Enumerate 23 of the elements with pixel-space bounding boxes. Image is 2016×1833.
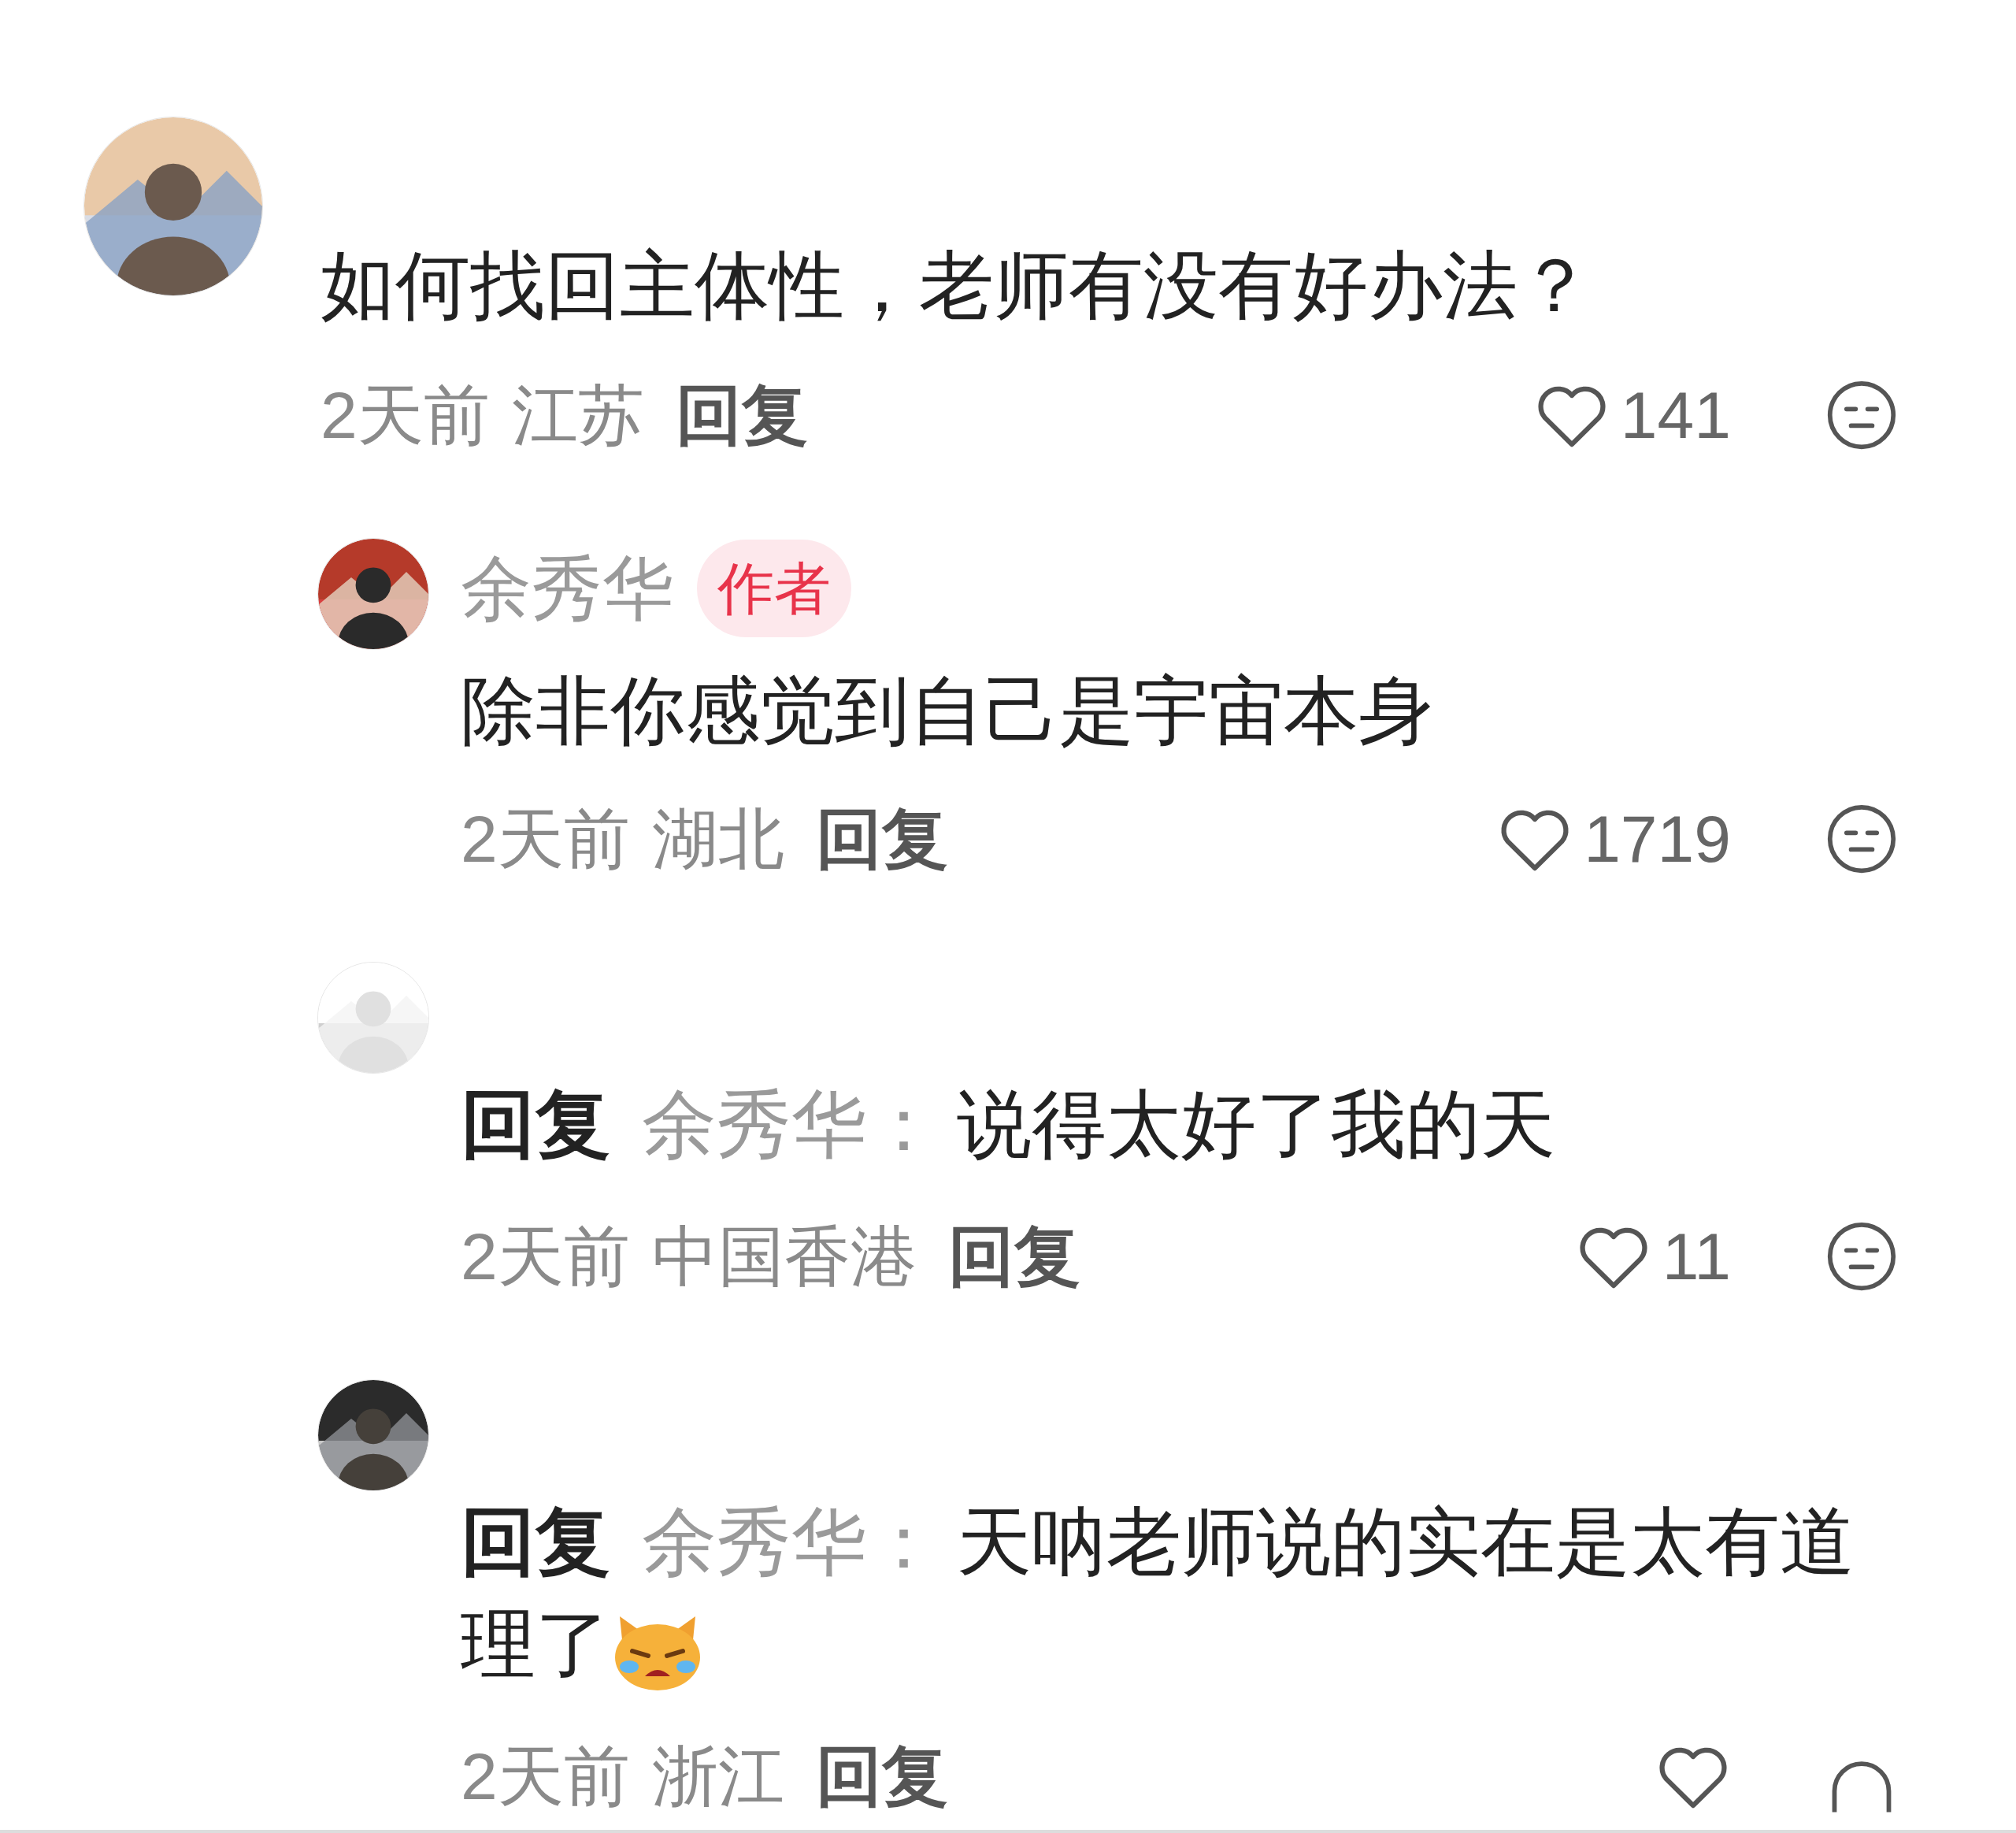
comment-time: 2天前 [461, 1223, 630, 1289]
reply-button[interactable]: 回复 [947, 1223, 1080, 1289]
comment-location: 湖北 [651, 806, 784, 872]
reply-button[interactable]: 回复 [815, 806, 948, 872]
comment-location: 江苏 [511, 382, 644, 448]
comment-time: 2天前 [461, 1743, 630, 1809]
comment-text: 回复 余秀华： 天呐老师说的实在是太有道理了 [461, 1490, 1898, 1695]
neutral-face-icon[interactable] [1825, 379, 1898, 451]
comment-time: 2天前 [461, 806, 630, 872]
comment-location: 中国香港 [651, 1223, 917, 1289]
reply-button[interactable]: 回复 [675, 382, 808, 448]
author-badge: 作者 [697, 540, 851, 637]
neutral-face-icon[interactable] [1825, 1220, 1898, 1293]
comment-time: 2天前 [321, 382, 490, 448]
neutral-face-icon[interactable] [1825, 803, 1898, 875]
like-count: 1719 [1584, 806, 1731, 872]
like-count: 11 [1662, 1223, 1731, 1289]
comment-text: 除非你感觉到自己是宇宙本身 [461, 668, 1434, 754]
comment-location: 浙江 [651, 1743, 784, 1809]
like-count: 141 [1620, 382, 1731, 448]
reply-button[interactable]: 回复 [815, 1743, 948, 1809]
comment-text: 回复 余秀华： 说得太好了我的天 [461, 1082, 1556, 1167]
comment-text: 如何找回主体性，老师有没有好办法？ [321, 243, 1593, 328]
